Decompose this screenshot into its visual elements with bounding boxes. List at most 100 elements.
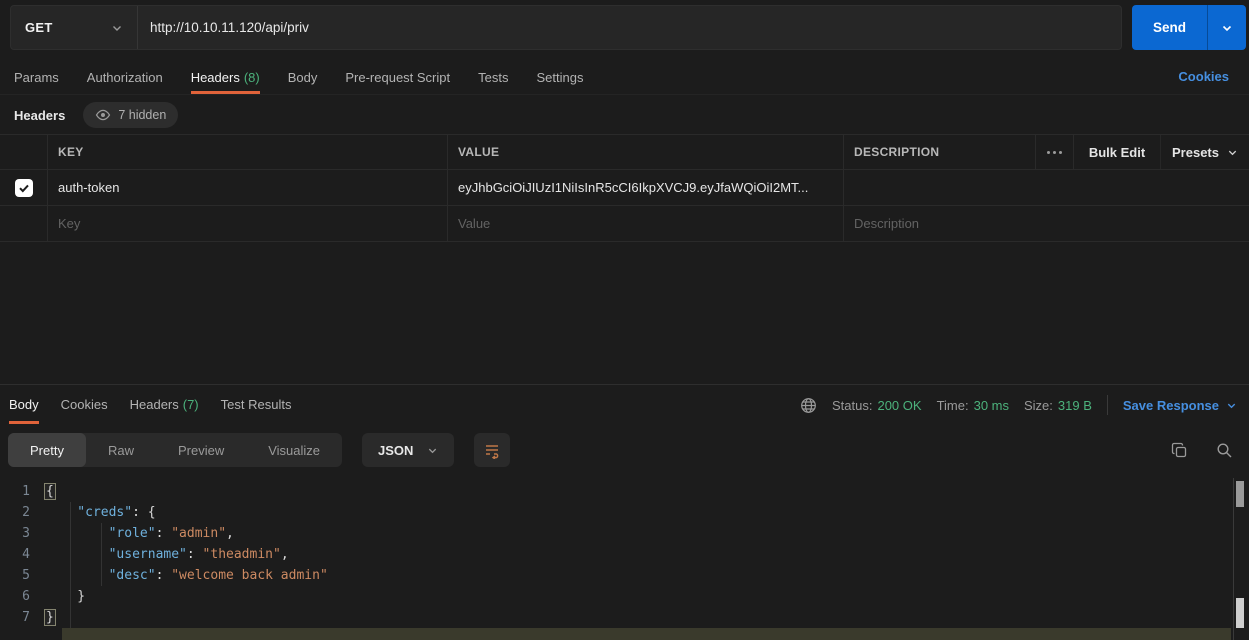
format-label: JSON [378,443,413,458]
tab-headers[interactable]: Headers (8) [191,60,260,94]
response-tab-headers[interactable]: Headers (7) [130,385,199,424]
header-key-input[interactable] [58,180,437,195]
line-number: 3 [0,523,46,544]
active-line-highlight [62,628,1231,640]
time-value: 30 ms [974,398,1009,413]
header-description-cell[interactable] [843,170,1249,205]
time-badge: Time: 30 ms [937,398,1009,413]
view-visualize-button[interactable]: Visualize [246,433,342,467]
response-tab-cookies[interactable]: Cookies [61,385,108,424]
headers-table-header: KEY VALUE DESCRIPTION Bulk Edit Presets [0,134,1249,170]
chevron-down-icon [111,22,123,34]
size-badge: Size: 319 B [1024,398,1092,413]
tab-label: Params [14,70,59,85]
tab-label: Body [288,70,318,85]
tab-label: Test Results [221,397,292,412]
column-description: DESCRIPTION [843,135,1035,169]
table-row-empty [0,206,1249,242]
response-body-editor[interactable]: 1 { 2 "creds": { 3 "role": "admin", 4 "u… [0,478,1249,640]
response-meta: Status: 200 OK Time: 30 ms Size: 319 B S… [800,385,1237,425]
tab-settings[interactable]: Settings [536,60,583,94]
code-line: 3 "role": "admin", [0,523,1249,544]
code-line: 5 "desc": "welcome back admin" [0,565,1249,586]
headers-title: Headers [14,108,65,123]
copy-button[interactable] [1171,442,1188,459]
tab-tests[interactable]: Tests [478,60,508,94]
send-button-group: Send [1132,5,1246,50]
tab-label: Headers [130,397,179,412]
code-line: 1 { [0,481,1249,502]
header-description-input[interactable] [854,180,1239,195]
new-key-cell[interactable] [47,206,447,241]
code-line: 4 "username": "theadmin", [0,544,1249,565]
tab-label: Tests [478,70,508,85]
search-button[interactable] [1216,442,1233,459]
send-options-button[interactable] [1207,5,1246,50]
view-pretty-button[interactable]: Pretty [8,433,86,467]
hidden-headers-label: 7 hidden [118,108,166,122]
tab-authorization[interactable]: Authorization [87,60,163,94]
scrollbar-thumb-bottom[interactable] [1236,598,1244,628]
line-number: 7 [0,607,46,628]
time-label: Time: [937,398,969,413]
size-label: Size: [1024,398,1053,413]
bulk-edit-button[interactable]: Bulk Edit [1073,135,1160,169]
more-options-button[interactable] [1035,135,1073,169]
presets-label: Presets [1172,145,1219,160]
select-all-cell [0,135,47,169]
save-response-button[interactable]: Save Response [1123,398,1237,413]
hidden-headers-toggle[interactable]: 7 hidden [83,102,178,128]
status-value: 200 OK [877,398,921,413]
tab-label: Settings [536,70,583,85]
row-checkbox[interactable] [15,179,33,197]
new-value-input[interactable] [458,216,833,231]
tab-label: Body [9,397,39,412]
url-input[interactable] [138,6,1121,49]
wrap-line-button[interactable] [474,433,510,467]
format-dropdown[interactable]: JSON [362,433,454,467]
view-raw-button[interactable]: Raw [86,433,156,467]
headers-subheader: Headers 7 hidden [14,100,178,130]
line-number: 4 [0,544,46,565]
method-label: GET [25,20,53,35]
line-number: 6 [0,586,46,607]
cookies-link[interactable]: Cookies [1178,60,1229,92]
response-tab-test-results[interactable]: Test Results [221,385,292,424]
status-label: Status: [832,398,872,413]
header-key-cell[interactable] [47,170,447,205]
table-row [0,170,1249,206]
code-line: 2 "creds": { [0,502,1249,523]
tab-pre-request-script[interactable]: Pre-request Script [345,60,450,94]
response-toolbar: Pretty Raw Preview Visualize JSON [8,433,1241,467]
code-line: 6 } [0,586,1249,607]
response-tab-body[interactable]: Body [9,385,39,424]
response-header: Body Cookies Headers (7) Test Results St… [0,384,1249,424]
header-value-cell[interactable] [447,170,843,205]
search-icon [1216,442,1233,459]
headers-table: KEY VALUE DESCRIPTION Bulk Edit Presets [0,134,1249,242]
view-preview-button[interactable]: Preview [156,433,246,467]
line-number: 1 [0,481,46,502]
globe-icon[interactable] [800,397,817,414]
divider [1107,395,1108,415]
request-tabs: Params Authorization Headers (8) Body Pr… [0,60,1249,95]
method-select[interactable]: GET [11,6,138,49]
tab-params[interactable]: Params [14,60,59,94]
line-number: 5 [0,565,46,586]
new-key-input[interactable] [58,216,437,231]
new-description-cell[interactable] [843,206,1249,241]
column-key: KEY [47,135,447,169]
new-description-input[interactable] [854,216,1239,231]
copy-icon [1171,442,1188,459]
new-value-cell[interactable] [447,206,843,241]
scrollbar-thumb[interactable] [1236,481,1244,507]
chevron-down-icon [1221,22,1233,34]
header-value-input[interactable] [458,180,833,195]
tab-body[interactable]: Body [288,60,318,94]
tab-label: Headers [191,70,240,85]
presets-dropdown[interactable]: Presets [1160,135,1249,169]
column-value: VALUE [447,135,843,169]
tab-label: Cookies [61,397,108,412]
send-button[interactable]: Send [1132,5,1207,50]
size-value: 319 B [1058,398,1092,413]
